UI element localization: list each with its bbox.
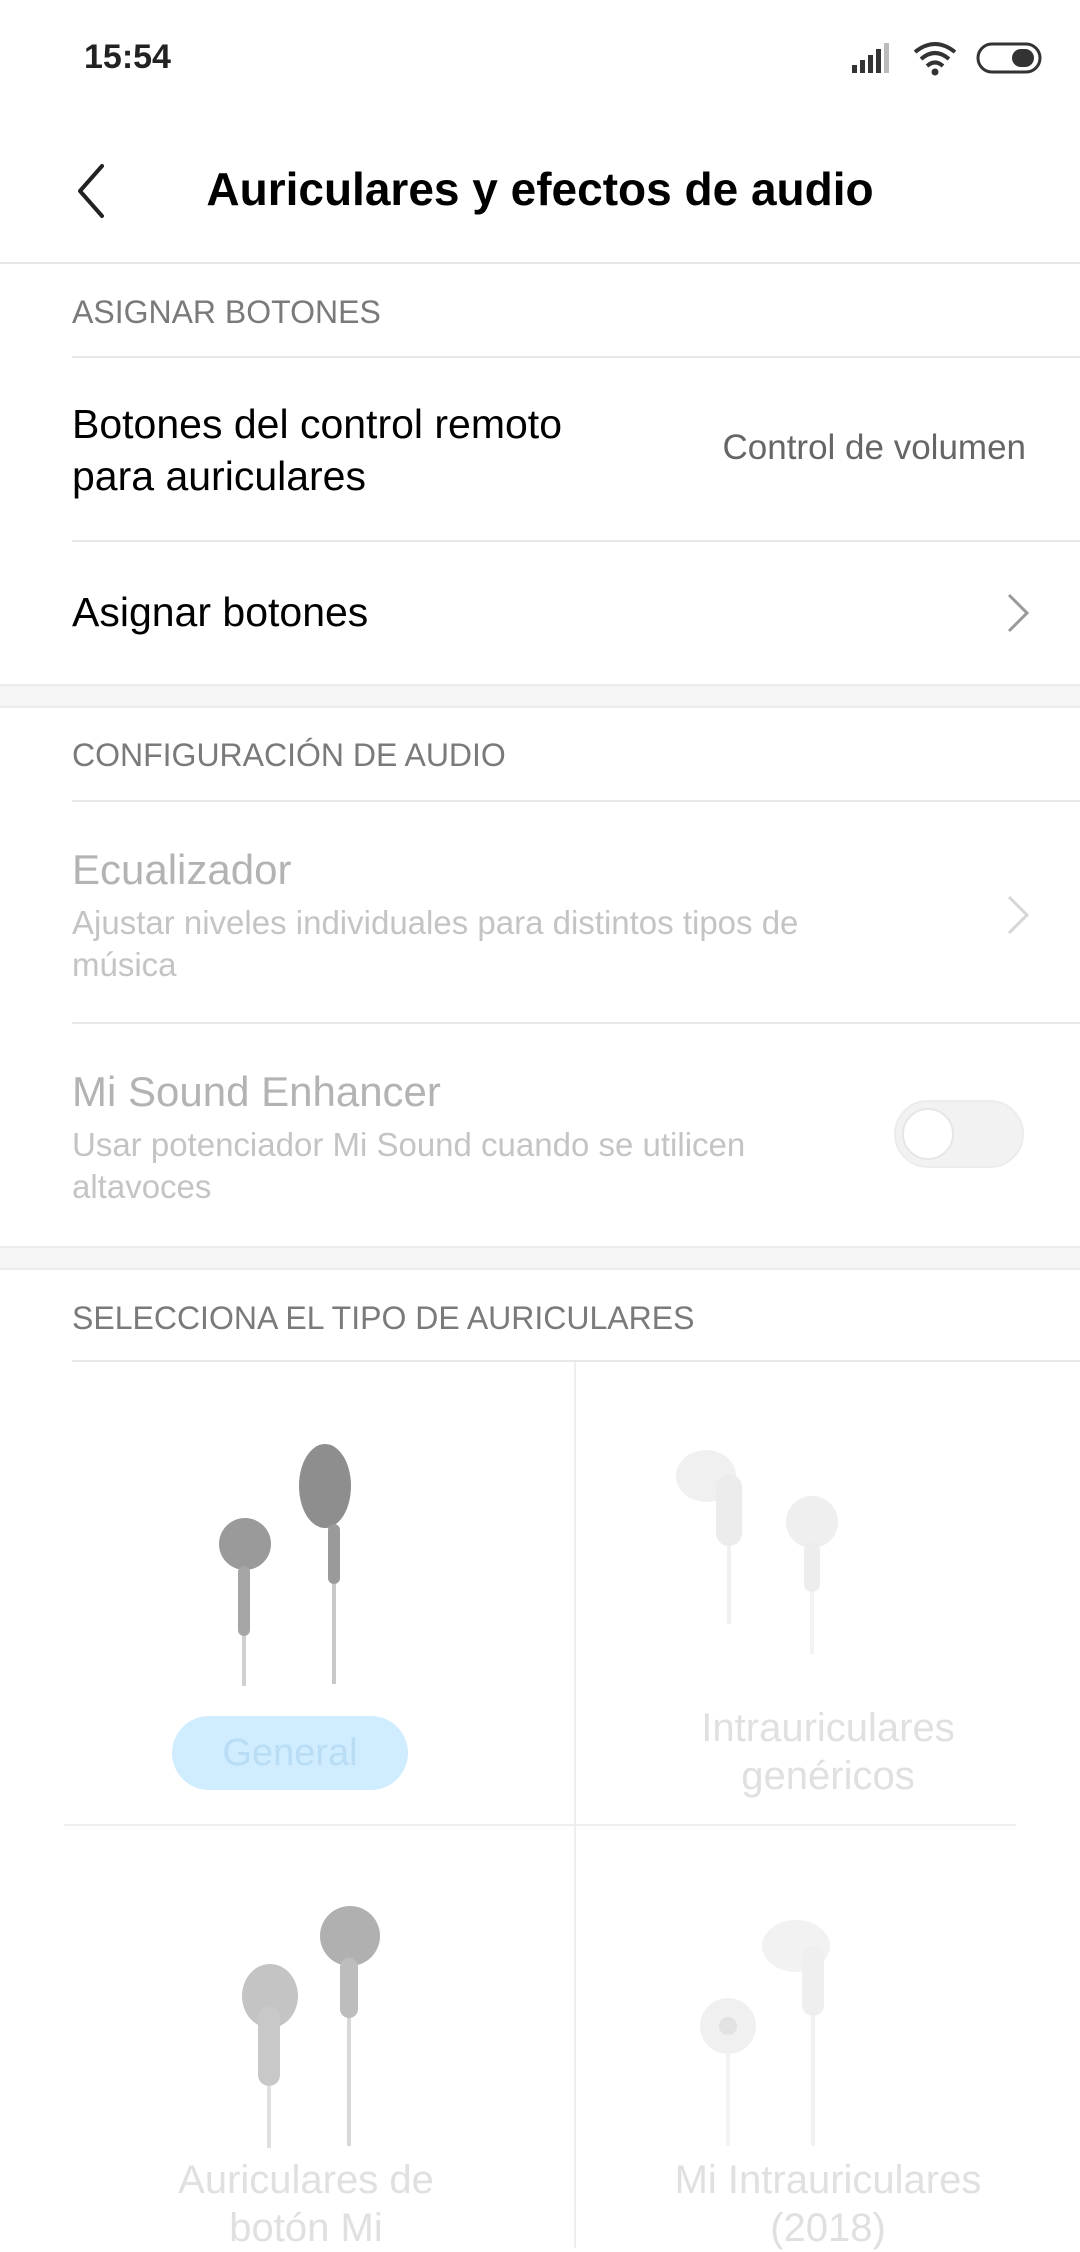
sound-enhancer-subtitle: Usar potenciador Mi Sound cuando se util… [72,1126,746,1205]
headphone-type-mi-in-ear-2018-label: Mi Intrauriculares (2018) [674,2158,982,2250]
earbuds-general-image [219,1444,351,1686]
headphone-type-generic-in-ear-label: Intrauriculares genéricos [701,1706,955,1798]
headphone-type-mi-button-label: Auriculares de botón Mi [178,2158,434,2250]
remote-buttons-row[interactable]: Botones del control remoto para auricula… [0,358,1080,540]
headphone-type-mi-button[interactable]: Auriculares de botón Mi [40,1826,572,2250]
sound-enhancer-toggle[interactable] [894,1100,1024,1168]
section-heading-buttons: ASIGNAR BOTONES [72,294,381,330]
headphone-type-general[interactable]: General [40,1364,572,1822]
signal-icon [852,43,889,73]
toggle-knob [902,1108,954,1160]
headphone-type-general-label: General [172,1716,408,1790]
equalizer-row[interactable]: Ecualizador Ajustar niveles individuales… [0,802,1080,1022]
section-gap [0,1246,1080,1270]
earbuds-mi-button-image [242,1906,380,2148]
status-icons [852,40,1044,76]
divider [72,1360,1080,1362]
assign-buttons-row[interactable]: Asignar botones [0,542,1080,684]
assign-buttons-title: Asignar botones [72,589,369,635]
status-bar: 15:54 [0,0,1080,120]
page-title: Auriculares y efectos de audio [206,163,874,215]
battery-icon [976,42,1042,74]
remote-buttons-value: Control de volumen [722,428,1027,467]
chevron-right-icon [1007,895,1030,935]
earbuds-mi-in-ear-image [700,1920,830,2146]
wifi-icon [913,42,957,76]
status-time: 15:54 [84,38,171,76]
sound-enhancer-row: Mi Sound Enhancer Usar potenciador Mi So… [0,1024,1080,1246]
equalizer-subtitle: Ajustar niveles individuales para distin… [72,904,799,983]
section-heading-headphones: SELECCIONA EL TIPO DE AURICULARES [72,1300,695,1336]
earbuds-in-ear-image [676,1450,838,1654]
remote-buttons-title: Botones del control remoto para auricula… [72,401,562,499]
sound-enhancer-title: Mi Sound Enhancer [72,1068,441,1115]
headphone-type-mi-in-ear-2018[interactable]: Mi Intrauriculares (2018) [576,1826,1080,2250]
section-heading-audio: CONFIGURACIÓN DE AUDIO [72,737,506,773]
headphone-type-generic-in-ear[interactable]: Intrauriculares genéricos [576,1364,1080,1822]
chevron-right-icon [1007,593,1030,633]
equalizer-title: Ecualizador [72,846,292,893]
section-gap [0,684,1080,708]
top-bar: Auriculares y efectos de audio [0,120,1080,264]
